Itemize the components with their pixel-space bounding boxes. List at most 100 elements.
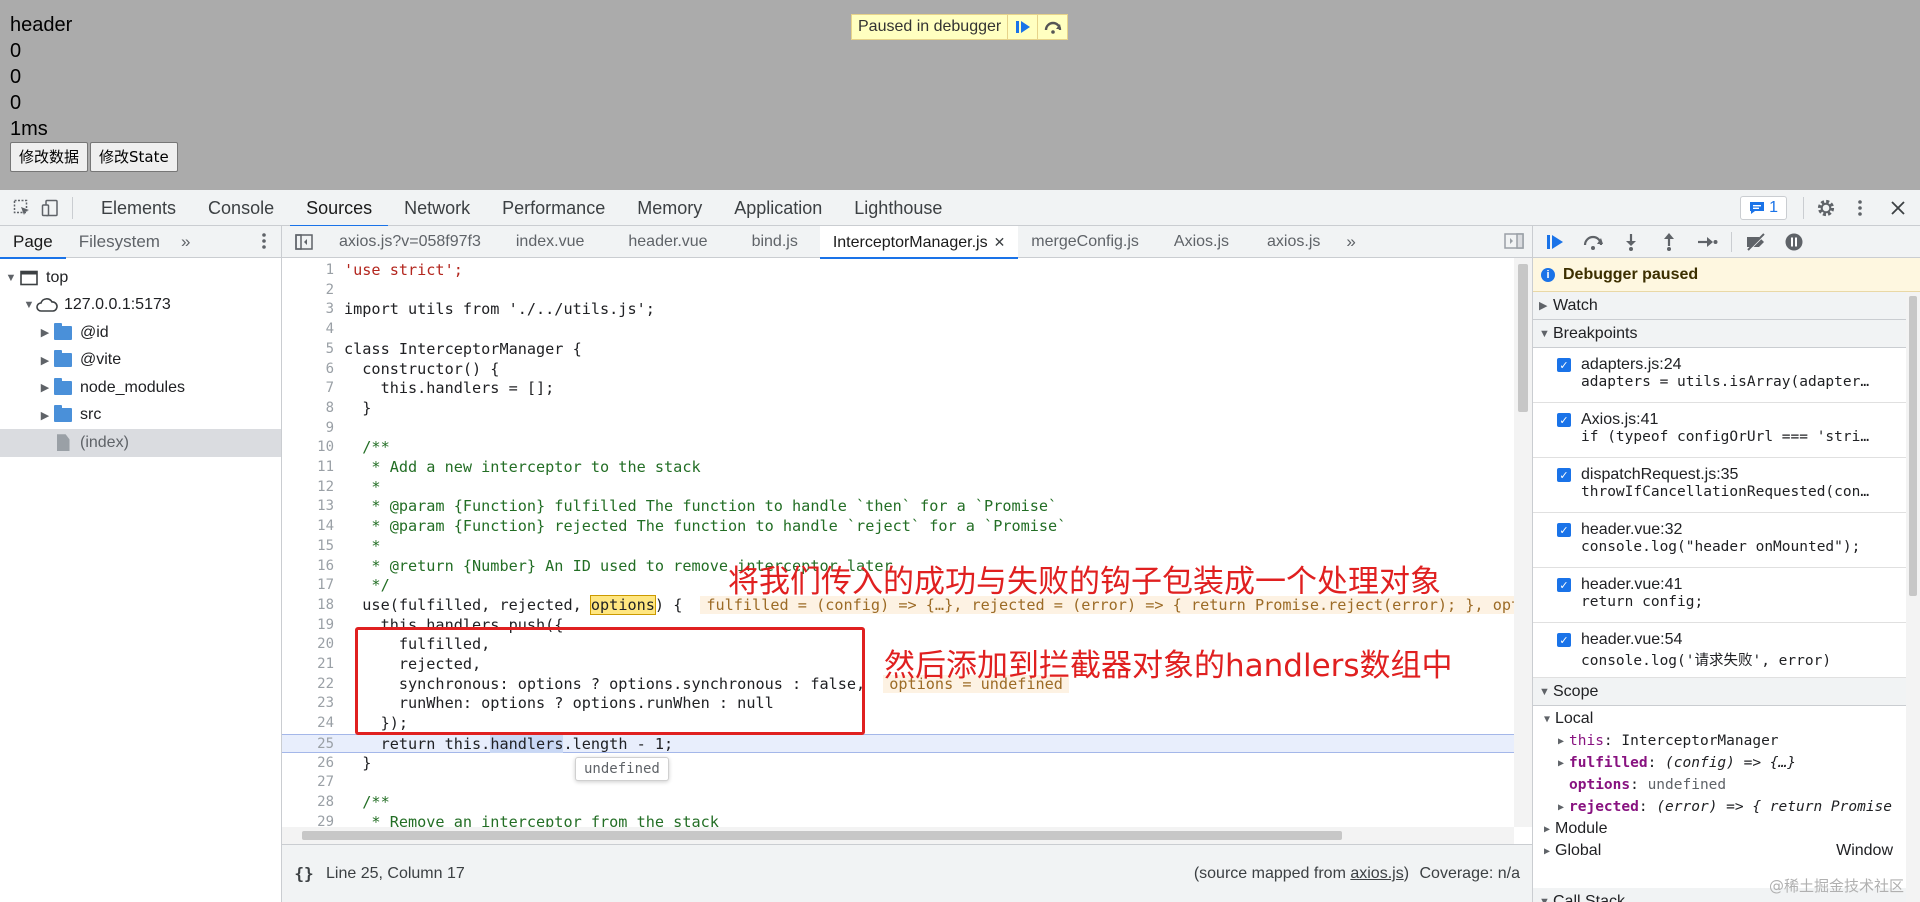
deactivate-breakpoints-icon[interactable] (1742, 228, 1770, 256)
scroll-thumb[interactable] (1518, 264, 1528, 412)
collapsed-triangle-icon: ▶ (1543, 823, 1551, 835)
frame-icon (18, 269, 40, 287)
scope-local[interactable]: ▼ Local (1541, 708, 1920, 730)
collapsed-triangle-icon[interactable]: ▶ (38, 354, 52, 367)
step-into-icon[interactable] (1617, 228, 1645, 256)
expanded-triangle-icon: ▼ (1539, 327, 1550, 340)
modify-state-button[interactable]: 修改State (90, 142, 178, 172)
expanded-triangle-icon[interactable]: ▼ (4, 272, 18, 284)
breakpoint-checkbox[interactable]: ✓ (1557, 578, 1571, 592)
tree-item-folder-id[interactable]: ▶ @id (0, 319, 281, 347)
code-line: 10 /** (317, 438, 390, 457)
tree-item-index-file[interactable]: (index) (0, 429, 281, 457)
close-tab-icon[interactable]: ✕ (994, 234, 1006, 250)
breakpoint-item[interactable]: ✓ adapters.js:24 adapters = utils.isArra… (1533, 348, 1920, 403)
nav-tab-page[interactable]: Page (0, 226, 66, 259)
scope-global[interactable]: ▶ Global Window (1541, 840, 1901, 862)
hovered-token[interactable]: options (589, 594, 656, 615)
more-tabs-chevron-icon[interactable]: » (173, 232, 198, 252)
debugger-vertical-scrollbar[interactable] (1906, 292, 1920, 902)
collapsed-triangle-icon: ▶ (1557, 757, 1565, 769)
scroll-thumb[interactable] (302, 831, 1342, 840)
breakpoint-item[interactable]: ✓ header.vue:54 console.log('请求失败', erro… (1533, 623, 1920, 678)
modify-data-button[interactable]: 修改数据 (10, 142, 89, 172)
file-tab-axios-class[interactable]: Axios.js (1152, 226, 1251, 258)
scroll-thumb[interactable] (1909, 296, 1917, 596)
tree-item-host[interactable]: ▼ 127.0.0.1:5173 (0, 292, 281, 320)
breakpoint-item[interactable]: ✓ header.vue:41 return config; (1533, 568, 1920, 623)
tree-item-folder-node-modules[interactable]: ▶ node_modules (0, 374, 281, 402)
inspect-element-icon[interactable] (8, 190, 36, 226)
breakpoint-checkbox[interactable]: ✓ (1557, 633, 1571, 647)
breakpoints-section-header[interactable]: ▼ Breakpoints (1533, 320, 1920, 348)
tab-performance[interactable]: Performance (486, 190, 621, 226)
file-tab-merge-config[interactable]: mergeConfig.js (1018, 226, 1152, 258)
toggle-navigator-icon[interactable] (282, 233, 326, 250)
issues-badge[interactable]: 1 (1740, 196, 1787, 220)
section-label: Watch (1553, 296, 1598, 314)
tree-item-folder-src[interactable]: ▶ src (0, 402, 281, 430)
scope-section-header[interactable]: ▼ Scope (1533, 678, 1920, 706)
settings-gear-icon[interactable] (1812, 190, 1840, 226)
breakpoint-item[interactable]: ✓ dispatchRequest.js:35 throwIfCancellat… (1533, 458, 1920, 513)
collapsed-triangle-icon[interactable]: ▶ (38, 326, 52, 339)
tab-lighthouse[interactable]: Lighthouse (838, 190, 958, 226)
file-tab-index-vue[interactable]: index.vue (494, 226, 607, 258)
tab-network[interactable]: Network (388, 190, 486, 226)
watch-section-header[interactable]: ▶ Watch (1533, 292, 1920, 320)
scope-var-this[interactable]: ▶ this: InterceptorManager (1541, 730, 1920, 752)
breakpoint-item[interactable]: ✓ header.vue:32 console.log("header onMo… (1533, 513, 1920, 568)
page-line-value: 0 (10, 66, 22, 88)
nav-tab-filesystem[interactable]: Filesystem (66, 226, 173, 258)
resume-icon[interactable] (1007, 15, 1037, 39)
breakpoint-checkbox[interactable]: ✓ (1557, 358, 1571, 372)
step-icon[interactable] (1693, 228, 1721, 256)
tab-sources[interactable]: Sources (290, 190, 389, 227)
file-tab-header-vue[interactable]: header.vue (606, 226, 729, 258)
resume-icon[interactable] (1541, 228, 1569, 256)
file-tab-axios-lower[interactable]: axios.js (1251, 226, 1336, 258)
step-over-icon[interactable] (1579, 228, 1607, 256)
selected-token[interactable]: handlers (490, 734, 564, 753)
file-icon (52, 434, 74, 452)
breakpoint-item[interactable]: ✓ Axios.js:41 if (typeof configOrUrl ===… (1533, 403, 1920, 458)
breakpoint-checkbox[interactable]: ✓ (1557, 523, 1571, 537)
close-devtools-icon[interactable] (1884, 190, 1912, 226)
collapsed-triangle-icon[interactable]: ▶ (38, 409, 52, 422)
editor-vertical-scrollbar[interactable] (1514, 258, 1532, 827)
toggle-debugger-sidebar-icon[interactable] (1504, 233, 1524, 254)
file-tab-interceptor-manager[interactable]: InterceptorManager.js ✕ (819, 225, 1019, 259)
more-file-tabs-chevron-icon[interactable]: » (1336, 232, 1365, 252)
more-options-icon[interactable] (1846, 190, 1874, 226)
tab-console[interactable]: Console (192, 190, 290, 226)
code-text: this.handlers = []; (344, 379, 555, 398)
scope-var-rejected[interactable]: ▶ rejected: (error) => { return Promise (1541, 796, 1920, 818)
step-out-icon[interactable] (1655, 228, 1683, 256)
tab-application[interactable]: Application (718, 190, 838, 226)
collapsed-triangle-icon[interactable]: ▶ (38, 381, 52, 394)
section-label: Scope (1553, 682, 1599, 700)
expanded-triangle-icon[interactable]: ▼ (22, 299, 36, 311)
scope-module[interactable]: ▶ Module (1541, 818, 1920, 840)
tree-item-top[interactable]: ▼ top (0, 264, 281, 292)
breakpoint-checkbox[interactable]: ✓ (1557, 468, 1571, 482)
pause-on-exceptions-icon[interactable] (1780, 228, 1808, 256)
code-area[interactable]: 1'use strict'; 2 3 import utils from './.… (282, 258, 1532, 827)
file-tab-axios-vite[interactable]: axios.js?v=058f97f3 (326, 226, 494, 258)
paused-banner-label: Paused in debugger (858, 18, 1002, 35)
navigator-menu-icon[interactable] (261, 232, 267, 255)
tree-item-label: src (80, 406, 102, 424)
source-map-link[interactable]: axios.js (1350, 865, 1403, 882)
tab-memory[interactable]: Memory (621, 190, 718, 226)
tree-item-folder-vite[interactable]: ▶ @vite (0, 347, 281, 375)
breakpoint-checkbox[interactable]: ✓ (1557, 413, 1571, 427)
folder-icon (52, 405, 74, 424)
device-toolbar-icon[interactable] (36, 190, 64, 226)
step-over-icon[interactable] (1037, 15, 1067, 39)
devtools-main-tabbar: Elements Console Sources Network Perform… (0, 190, 1920, 227)
pretty-print-button[interactable]: {} (282, 864, 326, 883)
file-tab-bind-js[interactable]: bind.js (730, 226, 820, 258)
scope-var-fulfilled[interactable]: ▶ fulfilled: (config) => {…} (1541, 752, 1920, 774)
editor-horizontal-scrollbar[interactable] (282, 827, 1514, 844)
tab-elements[interactable]: Elements (85, 190, 192, 226)
